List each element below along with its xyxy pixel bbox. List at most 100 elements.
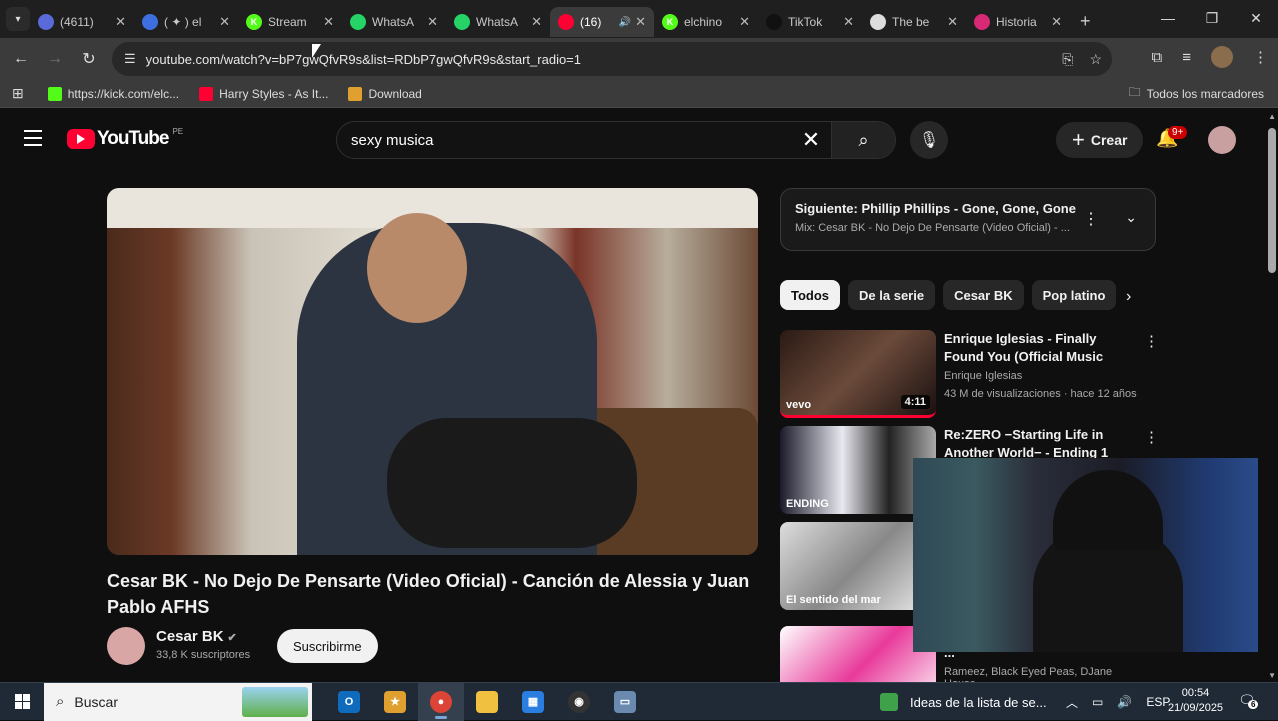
desktop-app-icon[interactable]: ▭ <box>602 683 648 721</box>
account-avatar[interactable] <box>1208 126 1236 154</box>
browser-tab[interactable]: (16) 🔊 ✕ <box>550 7 654 37</box>
recommended-video[interactable]: vevo 4:11 Enrique Iglesias - Finally Found… <box>780 330 1159 418</box>
video-duration: 4:11 <box>900 395 930 409</box>
tab-title: elchino <box>684 15 723 29</box>
address-bar[interactable]: ☰ youtube.com/watch?v=bP7gwQfvR9s&list=R… <box>112 42 1112 76</box>
bookmark-item[interactable]: https://kick.com/elc... <box>47 86 179 101</box>
guide-menu-icon[interactable] <box>24 130 42 151</box>
more-actions-icon[interactable]: ⋮ <box>1144 428 1159 446</box>
browser-tab[interactable]: (4611) ✕ <box>30 7 134 37</box>
kick-icon <box>47 86 62 101</box>
taskbar-search-placeholder: Buscar <box>74 693 118 710</box>
audio-playing-icon[interactable]: 🔊 <box>619 17 631 28</box>
search-button[interactable]: ⌕ <box>831 122 895 158</box>
close-tab-icon[interactable]: ✕ <box>947 14 958 30</box>
voice-search-icon[interactable]: 🎙 <box>910 121 948 159</box>
extensions-icon[interactable]: ⧉ <box>1152 49 1163 66</box>
close-tab-icon[interactable]: ✕ <box>635 14 646 30</box>
taskbar-search[interactable]: ⌕ Buscar <box>44 682 312 721</box>
scroll-down-arrow[interactable]: ▼ <box>1268 671 1276 680</box>
close-tab-icon[interactable]: ✕ <box>739 14 750 30</box>
recommended-channel[interactable]: Rameez, Black Eyed Peas, DJane House... <box>944 666 1150 682</box>
new-tab-button[interactable]: + <box>1080 11 1091 32</box>
media-control-icon[interactable]: ≡ <box>1182 49 1191 66</box>
browser-tab[interactable]: ( ✦ ) el ✕ <box>134 7 238 37</box>
mouse-cursor <box>312 44 321 58</box>
close-tab-icon[interactable]: ✕ <box>843 14 854 30</box>
close-tab-icon[interactable]: ✕ <box>531 14 542 30</box>
chevron-down-icon[interactable]: ⌄ <box>1125 209 1137 226</box>
restore-icon[interactable]: ❐ <box>1190 0 1234 36</box>
clear-search-icon[interactable]: ✕ <box>791 127 831 153</box>
chevron-right-icon[interactable]: › <box>1126 288 1131 306</box>
filter-chip[interactable]: De la serie <box>848 280 936 310</box>
tab-title: The be <box>892 15 930 29</box>
clock[interactable]: 00:54 21/09/2025 <box>1168 686 1223 716</box>
menu-icon[interactable]: ⋮ <box>1253 48 1268 66</box>
browser-tab[interactable]: The be ✕ <box>862 7 966 37</box>
volume-icon[interactable]: 🔊 <box>1117 695 1132 709</box>
bookmark-item[interactable]: Harry Styles - As It... <box>199 86 329 101</box>
bookmark-item[interactable]: Download <box>348 86 422 101</box>
store-icon[interactable]: ▦ <box>510 683 556 721</box>
widgets-news[interactable]: Ideas de la lista de se... <box>880 683 1047 721</box>
search-input[interactable]: sexy musica <box>337 132 791 149</box>
outlook-icon[interactable]: O <box>326 683 372 721</box>
close-window-icon[interactable]: ✕ <box>1234 0 1278 36</box>
network-icon[interactable]: ▭ <box>1092 695 1103 709</box>
apps-grid-icon[interactable]: ⊞ <box>12 85 24 102</box>
reload-icon[interactable]: ↻ <box>72 49 106 69</box>
subscribe-button[interactable]: Suscribirme <box>277 629 378 663</box>
language-indicator[interactable]: ESP <box>1146 695 1170 709</box>
all-bookmarks[interactable]: 🗀 Todos los marcadores <box>1129 83 1264 104</box>
search-box[interactable]: sexy musica ✕ ⌕ <box>336 121 896 159</box>
close-tab-icon[interactable]: ✕ <box>1051 14 1062 30</box>
forward-icon[interactable]: → <box>38 50 72 68</box>
more-actions-icon[interactable]: ⋮ <box>1144 332 1159 350</box>
close-tab-icon[interactable]: ✕ <box>323 14 334 30</box>
youtube-logo[interactable]: YouTube PE <box>67 127 183 150</box>
tray-expand-icon[interactable]: ︿ <box>1066 694 1078 711</box>
medal-app-icon[interactable]: ★ <box>372 683 418 721</box>
channel-name[interactable]: Cesar BK ✔ <box>156 628 237 645</box>
profile-avatar[interactable] <box>1211 46 1233 68</box>
filter-chip[interactable]: Pop latino <box>1031 280 1117 310</box>
install-app-icon[interactable]: ⎘ <box>1062 51 1073 68</box>
close-tab-icon[interactable]: ✕ <box>115 14 126 30</box>
browser-tab[interactable]: K Stream ✕ <box>238 7 342 37</box>
playlist-up-next[interactable]: Siguiente: Phillip Phillips - Gone, Gone… <box>780 188 1156 251</box>
minimize-icon[interactable]: — <box>1146 0 1190 36</box>
close-tab-icon[interactable]: ✕ <box>219 14 230 30</box>
channel-avatar[interactable] <box>107 627 145 665</box>
filter-chip[interactable]: Cesar BK <box>943 280 1024 310</box>
browser-tab[interactable]: WhatsA ✕ <box>342 7 446 37</box>
tab-search-button[interactable]: ▾ <box>6 7 30 31</box>
browser-tab[interactable]: Historia ✕ <box>966 7 1070 37</box>
bookmark-list: https://kick.com/elc... Harry Styles - As… <box>47 86 442 101</box>
back-icon[interactable]: ← <box>4 50 38 68</box>
browser-tab[interactable]: Kelchino ✕ <box>654 7 758 37</box>
video-player[interactable] <box>107 188 758 555</box>
more-options-icon[interactable]: ⋮ <box>1083 209 1099 229</box>
browser-tab[interactable]: TikTok ✕ <box>758 7 862 37</box>
bookmark-star-icon[interactable]: ☆ <box>1089 51 1102 68</box>
site-info-icon[interactable]: ☰ <box>124 51 136 67</box>
notification-center-icon[interactable]: 🗨 6 <box>1238 692 1259 709</box>
scroll-up-arrow[interactable]: ▲ <box>1268 112 1276 121</box>
scrollbar-thumb[interactable] <box>1268 128 1276 273</box>
obs-icon[interactable]: ◉ <box>556 683 602 721</box>
close-tab-icon[interactable]: ✕ <box>427 14 438 30</box>
recommended-channel[interactable]: Enrique Iglesias <box>944 370 1022 382</box>
recommended-title[interactable]: Enrique Iglesias - Finally Found You (Of… <box>944 330 1134 366</box>
filter-chip[interactable]: Todos <box>780 280 841 310</box>
start-button[interactable] <box>0 694 44 709</box>
bookmark-label: Harry Styles - As It... <box>219 86 329 101</box>
chrome-icon[interactable]: ● <box>418 682 464 721</box>
url-text: youtube.com/watch?v=bP7gwQfvR9s&list=RDb… <box>145 51 582 67</box>
r-icon <box>348 86 363 101</box>
recommended-title[interactable]: Re:ZERO −Starting Life in Another World−… <box>944 426 1134 462</box>
browser-tab[interactable]: WhatsA ✕ <box>446 7 550 37</box>
file-explorer-icon[interactable] <box>464 683 510 721</box>
create-button[interactable]: + Crear <box>1056 122 1144 158</box>
video-thumbnail[interactable]: vevo 4:11 <box>780 330 936 418</box>
